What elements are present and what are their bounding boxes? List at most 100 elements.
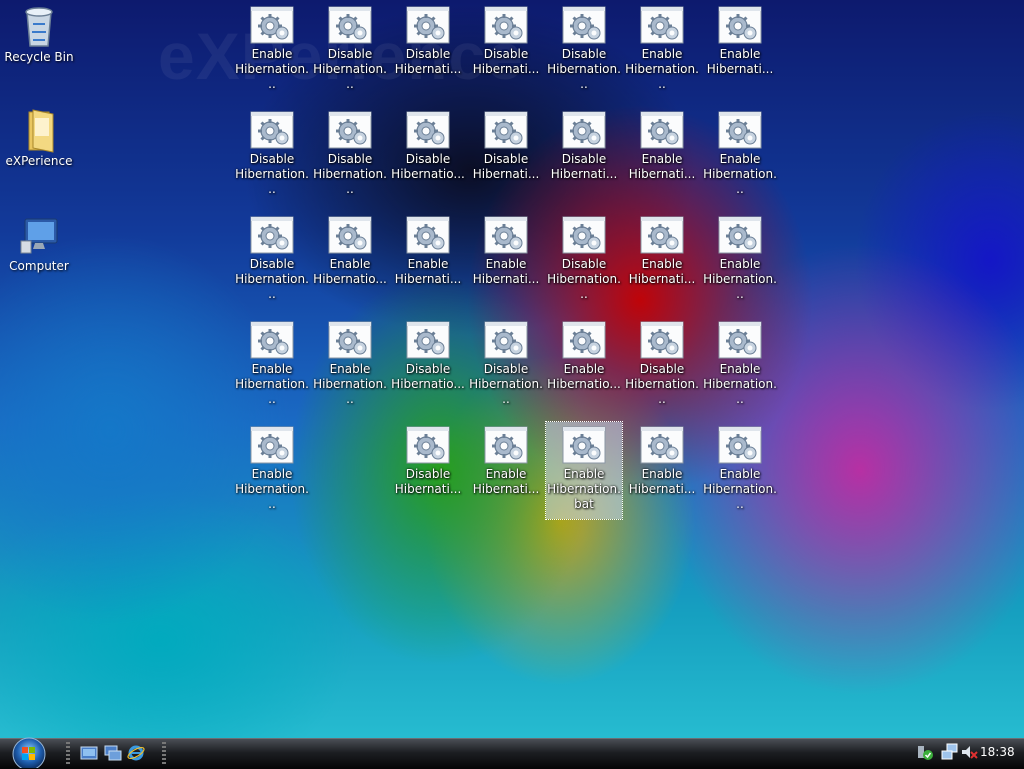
icon-label: Enable Hibernatio... [547,362,621,391]
icon-label: Enable Hibernation... [235,467,309,511]
batch-file-desktop-icon[interactable]: Disable Hibernatio... [390,110,466,182]
icon-label: Disable Hibernation... [547,257,621,301]
icon-label: Recycle Bin [4,50,74,64]
icon-label: Enable Hibernati... [472,257,540,286]
batch-file-desktop-icon[interactable]: Disable Hibernation... [312,110,388,197]
batch-file-icon [640,111,684,149]
recycle-bin-icon [25,7,53,47]
icon-label: Disable Hibernation... [625,362,699,406]
batch-file-icon [484,6,528,44]
icon-label: Disable Hibernation... [313,152,387,196]
icon-label: Enable Hibernati... [628,467,696,496]
computer-desktop-icon[interactable]: Computer [1,211,77,273]
icon-label: Enable Hibernation... [703,362,777,406]
batch-file-desktop-icon[interactable]: Disable Hibernation... [546,215,622,302]
batch-file-icon [640,216,684,254]
batch-file-desktop-icon[interactable]: Enable Hibernati... [390,215,466,287]
icon-label: Disable Hibernatio... [391,152,465,181]
batch-file-desktop-icon[interactable]: Enable Hibernatio... [312,215,388,287]
batch-file-desktop-icon[interactable]: Disable Hibernation... [312,5,388,92]
batch-file-icon [250,321,294,359]
batch-file-icon [406,426,450,464]
batch-file-desktop-icon[interactable]: Enable Hibernati... [624,215,700,287]
folder-icon [28,109,54,153]
batch-file-icon [250,216,294,254]
icon-label: Disable Hibernati... [394,467,462,496]
batch-file-desktop-icon[interactable]: Enable Hibernati... [468,215,544,287]
batch-file-desktop-icon[interactable]: Disable Hibernation... [468,320,544,407]
batch-file-icon [562,216,606,254]
batch-file-icon [328,216,372,254]
icon-label: Enable Hibernation... [313,362,387,406]
network-icon[interactable] [941,743,959,761]
batch-file-desktop-icon[interactable]: Enable Hibernation.bat [545,421,623,520]
batch-file-desktop-icon[interactable]: Disable Hibernatio... [390,320,466,392]
batch-file-icon [718,321,762,359]
batch-file-icon [562,6,606,44]
batch-file-desktop-icon[interactable]: Disable Hibernati... [468,110,544,182]
batch-file-desktop-icon[interactable]: Disable Hibernation... [546,5,622,92]
batch-file-icon [640,6,684,44]
icon-label: Enable Hibernation... [703,257,777,301]
batch-file-desktop-icon[interactable]: Enable Hibernation... [702,110,778,197]
clock[interactable]: 18:38 [980,745,1015,759]
batch-file-desktop-icon[interactable]: Enable Hibernation... [312,320,388,407]
icon-label: Computer [9,259,69,273]
taskbar-grip[interactable] [66,742,70,764]
batch-file-icon [562,426,606,464]
batch-file-desktop-icon[interactable]: Disable Hibernati... [546,110,622,182]
batch-file-desktop-icon[interactable]: Disable Hibernation... [234,110,310,197]
batch-file-desktop-icon[interactable]: Enable Hibernation... [624,5,700,92]
batch-file-desktop-icon[interactable]: Enable Hibernation... [702,320,778,407]
computer-icon [20,218,58,254]
volume-muted-icon[interactable] [960,743,978,761]
batch-file-desktop-icon[interactable]: Disable Hibernati... [390,5,466,77]
batch-file-desktop-icon[interactable]: Enable Hibernati... [468,425,544,497]
batch-file-icon [406,111,450,149]
batch-file-icon [562,321,606,359]
icon-label: Disable Hibernation... [313,47,387,91]
internet-explorer-icon[interactable] [127,744,145,762]
batch-file-desktop-icon[interactable]: Enable Hibernation... [702,425,778,512]
icon-label: Enable Hibernation... [235,362,309,406]
batch-file-desktop-icon[interactable]: Disable Hibernation... [234,215,310,302]
batch-file-icon [718,426,762,464]
batch-file-desktop-icon[interactable]: Enable Hibernation... [702,215,778,302]
batch-file-icon [328,321,372,359]
batch-file-icon [328,6,372,44]
icon-label: Disable Hibernati... [394,47,462,76]
batch-file-desktop-icon[interactable]: Disable Hibernati... [390,425,466,497]
start-button[interactable] [8,734,50,768]
recycle-bin-desktop-icon[interactable]: Recycle Bin [1,2,77,64]
icon-label: Enable Hibernation... [235,47,309,91]
batch-file-desktop-icon[interactable]: Enable Hibernation... [234,320,310,407]
batch-file-icon [640,426,684,464]
show-desktop-icon[interactable] [80,744,98,762]
experience-folder-desktop-icon[interactable]: eXPerience [1,106,77,168]
batch-file-icon [250,426,294,464]
switch-windows-icon[interactable] [104,744,122,762]
batch-file-desktop-icon[interactable]: Enable Hibernati... [702,5,778,77]
batch-file-desktop-icon[interactable]: Enable Hibernatio... [546,320,622,392]
icon-label: Disable Hibernati... [472,152,540,181]
batch-file-icon [484,111,528,149]
taskbar [0,738,1024,769]
taskbar-grip[interactable] [162,742,166,764]
batch-file-desktop-icon[interactable]: Enable Hibernati... [624,110,700,182]
icon-label: Enable Hibernation... [625,47,699,91]
batch-file-icon [328,111,372,149]
icon-label: Enable Hibernatio... [313,257,387,286]
icon-label: Disable Hibernati... [550,152,618,181]
update-icon[interactable] [916,743,934,761]
icon-label: eXPerience [5,154,73,168]
batch-file-desktop-icon[interactable]: Disable Hibernati... [468,5,544,77]
batch-file-icon [484,321,528,359]
icon-label: Enable Hibernation... [703,467,777,511]
batch-file-desktop-icon[interactable]: Enable Hibernati... [624,425,700,497]
batch-file-desktop-icon[interactable]: Enable Hibernation... [234,5,310,92]
batch-file-icon [406,321,450,359]
batch-file-icon [406,6,450,44]
batch-file-desktop-icon[interactable]: Enable Hibernation... [234,425,310,512]
batch-file-desktop-icon[interactable]: Disable Hibernation... [624,320,700,407]
batch-file-icon [406,216,450,254]
